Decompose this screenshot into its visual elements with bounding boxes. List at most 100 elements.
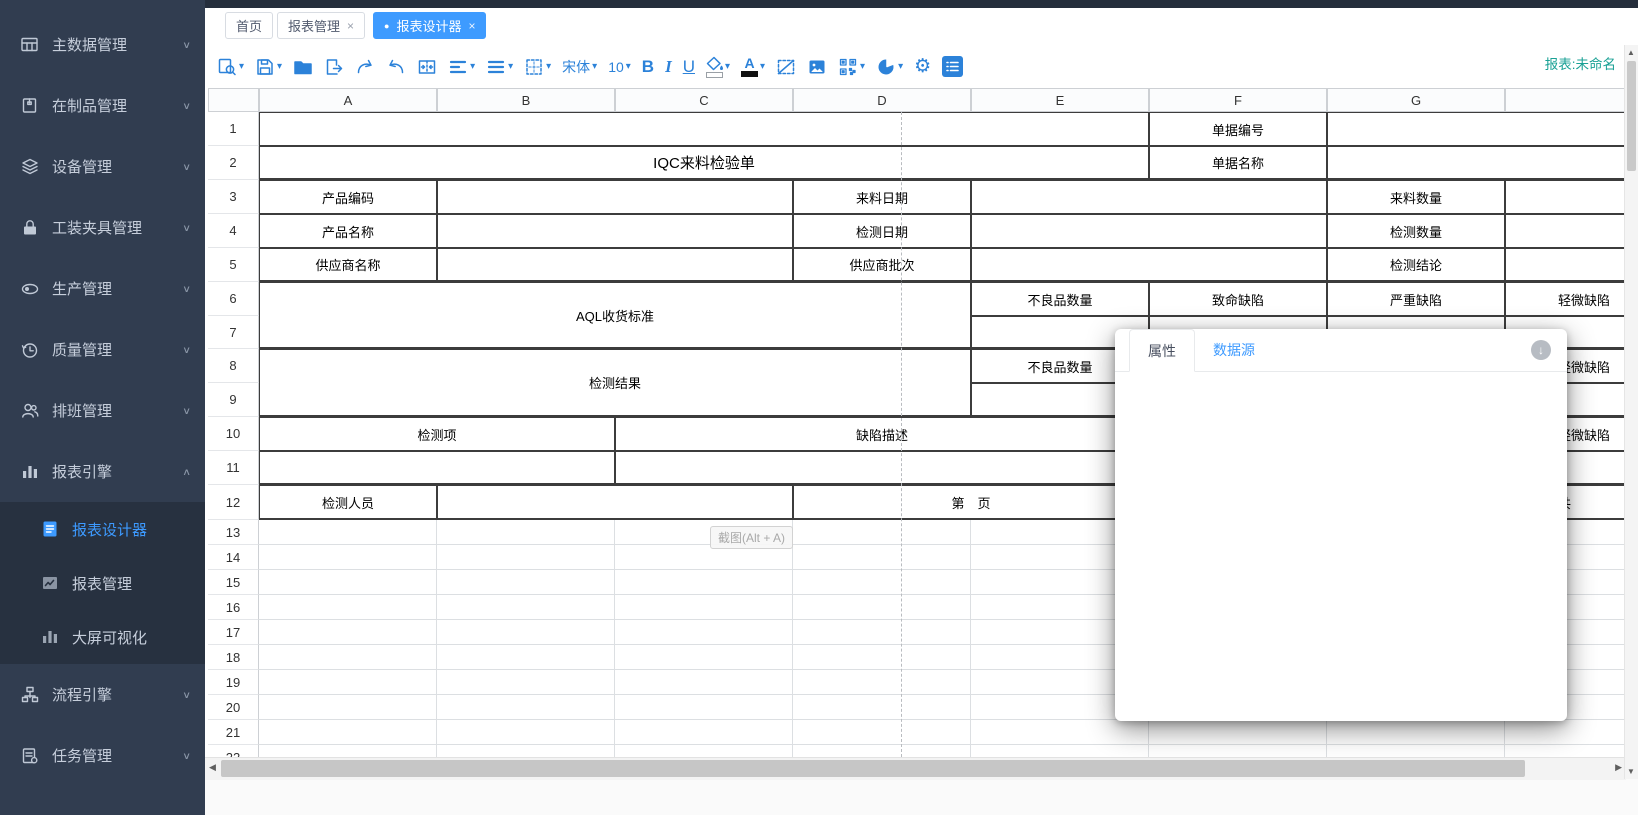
sidebar-item-quality[interactable]: 质量管理 ∨ xyxy=(0,319,205,380)
cell-D3[interactable]: 来料日期 xyxy=(793,180,971,214)
cell-G6[interactable]: 严重缺陷 xyxy=(1327,282,1505,316)
font-size-select[interactable]: 10▾ xyxy=(608,59,631,75)
row-header-16[interactable]: 16 xyxy=(208,595,259,620)
save-button[interactable]: ▾ xyxy=(255,57,282,77)
cell-H5[interactable] xyxy=(1505,248,1638,282)
cell-H6[interactable]: 轻微缺陷 xyxy=(1505,282,1638,316)
cell-A3[interactable]: 产品编码 xyxy=(259,180,437,214)
cell-E4-F4[interactable] xyxy=(971,214,1327,248)
cell-B12-C12[interactable] xyxy=(437,485,793,520)
scroll-up-icon[interactable]: ▲ xyxy=(1627,48,1635,57)
cell-H4[interactable] xyxy=(1505,214,1638,248)
row-header-18[interactable]: 18 xyxy=(208,645,259,670)
row-header-22[interactable]: 22 xyxy=(208,745,259,757)
col-header-F[interactable]: F xyxy=(1149,88,1327,112)
cell-E3-F3[interactable] xyxy=(971,180,1327,214)
panel-tab-properties[interactable]: 属性 xyxy=(1129,329,1195,372)
col-header-A[interactable]: A xyxy=(259,88,437,112)
cell-A11-B11[interactable] xyxy=(259,451,615,485)
sidebar-item-fixture[interactable]: 工装夹具管理 ∨ xyxy=(0,197,205,258)
cell-D4[interactable]: 检测日期 xyxy=(793,214,971,248)
caret-down-icon[interactable]: ▾ xyxy=(760,61,765,72)
scroll-right-icon[interactable]: ▶ xyxy=(1615,762,1622,773)
col-header-D[interactable]: D xyxy=(793,88,971,112)
row-header-8[interactable]: 8 xyxy=(208,349,259,383)
underline-button[interactable]: U xyxy=(683,57,695,77)
align-button[interactable]: ▾ xyxy=(448,57,475,77)
cell-diagonal-button[interactable] xyxy=(776,57,796,77)
row-header-5[interactable]: 5 xyxy=(208,248,259,282)
cell-E6[interactable]: 不良品数量 xyxy=(971,282,1149,316)
row-header-13[interactable]: 13 xyxy=(208,520,259,545)
cell-C10-E10[interactable]: 缺陷描述 xyxy=(615,417,1149,451)
vertical-scrollbar-thumb[interactable] xyxy=(1627,61,1636,171)
corner-header-cell[interactable] xyxy=(208,88,259,112)
row-header-12[interactable]: 12 xyxy=(208,485,259,520)
sidebar-item-report-designer[interactable]: 报表设计器 xyxy=(0,502,205,556)
row-header-2[interactable]: 2 xyxy=(208,146,259,180)
bold-button[interactable]: B xyxy=(642,57,654,77)
cell-H3[interactable] xyxy=(1505,180,1638,214)
sidebar-item-equipment[interactable]: 设备管理 ∨ xyxy=(0,136,205,197)
row-header-4[interactable]: 4 xyxy=(208,214,259,248)
cell-A4[interactable]: 产品名称 xyxy=(259,214,437,248)
cell-B5-C5[interactable] xyxy=(437,248,793,282)
sidebar-item-task-manage[interactable]: 任务管理 ∨ xyxy=(0,725,205,786)
cell-G3[interactable]: 来料数量 xyxy=(1327,180,1505,214)
sidebar-item-production[interactable]: 生产管理 ∨ xyxy=(0,258,205,319)
scroll-left-icon[interactable]: ◀ xyxy=(209,762,216,773)
horizontal-scrollbar[interactable]: ◀ ▶ xyxy=(205,757,1626,780)
cell-D12-E12[interactable]: 第 页 xyxy=(793,485,1149,520)
row-header-10[interactable]: 10 xyxy=(208,417,259,451)
cell-A8-D9[interactable]: 检测结果 xyxy=(259,349,971,417)
caret-down-icon[interactable]: ▾ xyxy=(470,61,475,72)
font-select[interactable]: 宋体▾ xyxy=(562,57,597,77)
horizontal-scrollbar-thumb[interactable] xyxy=(221,760,1525,777)
insert-qrcode-button[interactable]: ▾ xyxy=(838,57,865,77)
sidebar-item-report-engine[interactable]: 报表引擎 ∧ xyxy=(0,441,205,502)
row-header-20[interactable]: 20 xyxy=(208,695,259,720)
redo-button[interactable] xyxy=(355,57,375,77)
row-header-17[interactable]: 17 xyxy=(208,620,259,645)
cell-F2[interactable]: 单据名称 xyxy=(1149,146,1327,180)
cell-A6-D7[interactable]: AQL收货标准 xyxy=(259,282,971,349)
col-header-C[interactable]: C xyxy=(615,88,793,112)
undo-button[interactable] xyxy=(386,57,406,77)
insert-image-button[interactable] xyxy=(807,57,827,77)
close-icon[interactable]: × xyxy=(468,19,475,33)
merge-cells-button[interactable] xyxy=(417,57,437,77)
row-header-11[interactable]: 11 xyxy=(208,451,259,485)
row-header-14[interactable]: 14 xyxy=(208,545,259,570)
insert-chart-button[interactable]: ▾ xyxy=(876,57,903,77)
panel-collapse-button[interactable]: ↓ xyxy=(1531,340,1551,360)
sidebar-item-master-data[interactable]: 主数据管理 ∨ xyxy=(0,14,205,75)
tab-report-manage[interactable]: 报表管理 × xyxy=(277,12,365,39)
col-header-E[interactable]: E xyxy=(971,88,1149,112)
scroll-down-icon[interactable]: ▼ xyxy=(1627,767,1635,776)
cell-E5-F5[interactable] xyxy=(971,248,1327,282)
cell-A12[interactable]: 检测人员 xyxy=(259,485,437,520)
cell-G1-H1[interactable] xyxy=(1327,112,1638,146)
tab-home[interactable]: 首页 xyxy=(225,12,273,39)
print-preview-button[interactable]: ▾ xyxy=(217,57,244,77)
cell-A1-E1[interactable] xyxy=(259,112,1149,146)
sidebar-item-wip[interactable]: 在制品管理 ∨ xyxy=(0,75,205,136)
cell-F6[interactable]: 致命缺陷 xyxy=(1149,282,1327,316)
close-icon[interactable]: × xyxy=(347,19,354,33)
caret-down-icon[interactable]: ▾ xyxy=(277,61,282,72)
cell-F1[interactable]: 单据编号 xyxy=(1149,112,1327,146)
row-header-15[interactable]: 15 xyxy=(208,570,259,595)
cell-B4-C4[interactable] xyxy=(437,214,793,248)
export-button[interactable] xyxy=(324,57,344,77)
caret-down-icon[interactable]: ▾ xyxy=(725,61,730,72)
caret-down-icon[interactable]: ▾ xyxy=(508,61,513,72)
caret-down-icon[interactable]: ▾ xyxy=(860,61,865,72)
italic-button[interactable]: I xyxy=(665,57,672,77)
sidebar-item-scheduling[interactable]: 排班管理 ∨ xyxy=(0,380,205,441)
row-header-21[interactable]: 21 xyxy=(208,720,259,745)
cell-G2-H2[interactable] xyxy=(1327,146,1638,180)
col-header-B[interactable]: B xyxy=(437,88,615,112)
properties-list-button[interactable] xyxy=(942,56,963,77)
font-color-button[interactable]: A▾ xyxy=(741,56,765,77)
caret-down-icon[interactable]: ▾ xyxy=(898,61,903,72)
